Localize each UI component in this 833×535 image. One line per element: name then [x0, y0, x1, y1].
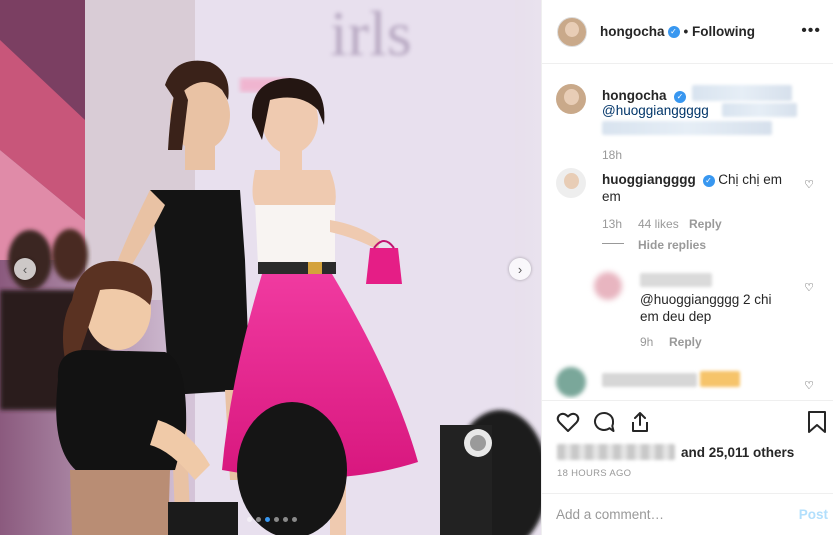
carousel-dot — [274, 517, 279, 522]
next-photo-button[interactable]: › — [509, 258, 531, 280]
commenter-avatar[interactable] — [556, 367, 586, 397]
carousel-dot — [256, 517, 261, 522]
comment-timestamp[interactable]: 13h — [602, 217, 622, 231]
blurred-caption-text — [722, 103, 797, 117]
comment-like-heart-icon[interactable]: ♡ — [804, 281, 814, 294]
blurred-caption-text — [602, 121, 772, 135]
comment-like-heart-icon[interactable]: ♡ — [804, 379, 814, 392]
reply-button[interactable]: Reply — [689, 217, 722, 231]
post-comment-button[interactable]: Post — [799, 507, 828, 522]
verified-badge-icon: ✓ — [667, 25, 680, 38]
reply-text: @huoggiangggg 2 chi em deu dep — [640, 291, 780, 325]
reply-button[interactable]: Reply — [669, 335, 702, 349]
comments-list[interactable]: hongocha ✓ @huoggianggggg 18h huoggiangg… — [542, 65, 833, 399]
post-photo[interactable]: irls ‹ › — [0, 0, 541, 535]
hide-replies-button[interactable]: Hide replies — [638, 238, 706, 252]
likes-summary[interactable]: and 25,011 others — [557, 444, 794, 460]
carousel-dot — [247, 517, 252, 522]
chevron-left-icon: ‹ — [22, 261, 28, 277]
photo-illustration: irls — [0, 0, 541, 535]
author-username[interactable]: hongocha — [600, 24, 665, 39]
comment-like-heart-icon[interactable]: ♡ — [804, 178, 814, 191]
carousel-indicator — [247, 517, 297, 522]
heart-icon[interactable] — [556, 410, 580, 434]
reply-body: @huoggiangggg 2 chi em deu dep — [640, 292, 772, 324]
comment-icon[interactable] — [592, 410, 616, 434]
blurred-caption-text — [692, 85, 792, 101]
comment-likes-count[interactable]: 44 likes — [638, 217, 679, 231]
caption-mention-link[interactable]: @huoggianggggg — [602, 103, 709, 118]
bookmark-icon[interactable] — [806, 410, 828, 434]
commenter-username[interactable]: huoggiangggg — [602, 172, 696, 187]
reply-timestamp[interactable]: 9h — [640, 335, 653, 349]
carousel-dot-active — [265, 517, 270, 522]
post-header: hongocha ✓ • Following ••• — [542, 0, 833, 64]
instagram-post-modal: irls ‹ › hongocha ✓ • Following ••• hong… — [0, 0, 833, 535]
commenter-avatar[interactable] — [556, 168, 586, 198]
carousel-dot — [292, 517, 297, 522]
share-icon[interactable] — [628, 410, 652, 434]
blurred-username — [602, 373, 697, 387]
post-actions: and 25,011 others 18 HOURS AGO Post — [542, 400, 833, 535]
replies-divider — [602, 243, 624, 244]
more-options-icon[interactable]: ••• — [801, 22, 821, 40]
post-timestamp[interactable]: 18 HOURS AGO — [557, 468, 631, 479]
chevron-right-icon: › — [517, 261, 523, 277]
author-avatar[interactable] — [557, 16, 587, 47]
verified-badge-icon: ✓ — [673, 91, 686, 103]
reply-avatar[interactable] — [594, 272, 622, 300]
comment-text: huoggiangggg ✓ Chị chị em em — [602, 171, 787, 205]
caption-timestamp[interactable]: 18h — [602, 148, 622, 162]
caption-username[interactable]: hongocha — [602, 88, 667, 103]
blurred-liker-names — [557, 444, 675, 460]
blurred-emoji — [700, 371, 740, 387]
verified-badge-icon: ✓ — [702, 175, 715, 187]
add-comment-input[interactable] — [556, 507, 776, 522]
post-sidebar: hongocha ✓ • Following ••• hongocha ✓ @h… — [541, 0, 833, 535]
carousel-dot — [283, 517, 288, 522]
likes-count[interactable]: and 25,011 others — [681, 445, 794, 460]
previous-photo-button[interactable]: ‹ — [14, 258, 36, 280]
banner-text: irls — [330, 0, 412, 69]
following-button[interactable]: • Following — [684, 24, 755, 39]
blurred-username — [640, 273, 712, 287]
add-comment-bar: Post — [542, 493, 833, 535]
caption-avatar[interactable] — [556, 84, 586, 114]
